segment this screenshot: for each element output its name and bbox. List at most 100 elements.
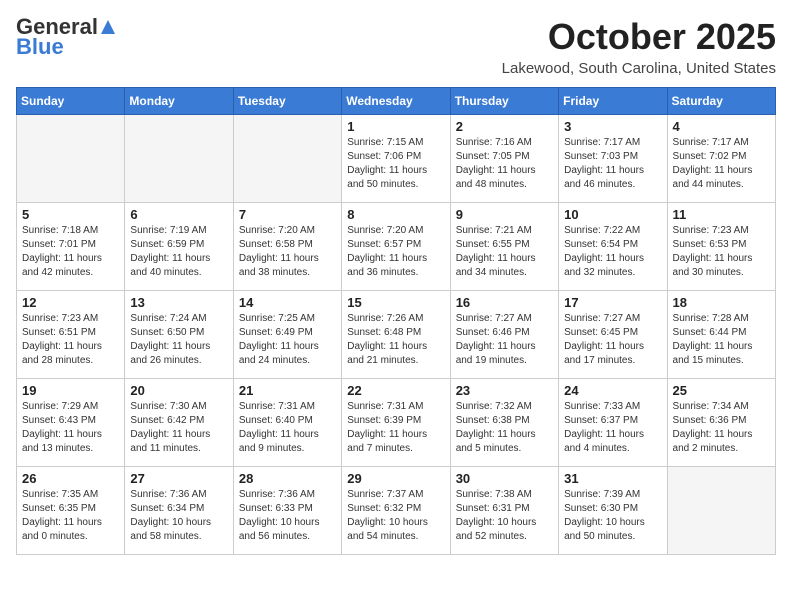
day-number: 12 <box>22 295 119 310</box>
calendar-cell: 24Sunrise: 7:33 AM Sunset: 6:37 PM Dayli… <box>559 379 667 467</box>
day-number: 4 <box>673 119 770 134</box>
weekday-header-tuesday: Tuesday <box>233 88 341 115</box>
day-number: 13 <box>130 295 227 310</box>
day-number: 22 <box>347 383 444 398</box>
day-info: Sunrise: 7:36 AM Sunset: 6:33 PM Dayligh… <box>239 488 336 544</box>
day-number: 3 <box>564 119 661 134</box>
day-number: 25 <box>673 383 770 398</box>
day-number: 5 <box>22 207 119 222</box>
day-info: Sunrise: 7:24 AM Sunset: 6:50 PM Dayligh… <box>130 312 227 368</box>
logo: General Blue <box>16 16 118 60</box>
calendar-cell: 6 Sunrise: 7:19 AM Sunset: 6:59 PM Daylig… <box>125 203 233 291</box>
calendar-cell: 29 Sunrise: 7:37 AM Sunset: 6:32 PM Dayli… <box>342 467 450 555</box>
day-info: Sunrise: 7:34 AM Sunset: 6:36 PM Dayligh… <box>673 400 770 456</box>
weekday-header-friday: Friday <box>559 88 667 115</box>
weekday-header-sunday: Sunday <box>17 88 125 115</box>
calendar-cell: 30 Sunrise: 7:38 AM Sunset: 6:31 PM Dayli… <box>450 467 558 555</box>
day-info: Sunrise: 7:16 AM Sunset: 7:05 PM Dayligh… <box>456 136 553 192</box>
day-info: Sunrise: 7:35 AM Sunset: 6:35 PM Dayligh… <box>22 488 119 544</box>
day-number: 10 <box>564 207 661 222</box>
day-number: 7 <box>239 207 336 222</box>
calendar-cell <box>17 115 125 203</box>
calendar-cell: 22Sunrise: 7:31 AM Sunset: 6:39 PM Dayli… <box>342 379 450 467</box>
calendar-cell <box>667 467 775 555</box>
calendar-cell: 1 Sunrise: 7:15 AM Sunset: 7:06 PM Daylig… <box>342 115 450 203</box>
day-info: Sunrise: 7:20 AM Sunset: 6:57 PM Dayligh… <box>347 224 444 280</box>
day-info: Sunrise: 7:31 AM Sunset: 6:40 PM Dayligh… <box>239 400 336 456</box>
calendar-cell: 31 Sunrise: 7:39 AM Sunset: 6:30 PM Dayli… <box>559 467 667 555</box>
day-info: Sunrise: 7:23 AM Sunset: 6:53 PM Dayligh… <box>673 224 770 280</box>
calendar-cell: 8 Sunrise: 7:20 AM Sunset: 6:57 PM Daylig… <box>342 203 450 291</box>
calendar: SundayMondayTuesdayWednesdayThursdayFrid… <box>16 87 776 555</box>
weekday-header-saturday: Saturday <box>667 88 775 115</box>
day-info: Sunrise: 7:18 AM Sunset: 7:01 PM Dayligh… <box>22 224 119 280</box>
title-section: October 2025 Lakewood, South Carolina, U… <box>502 16 776 77</box>
day-info: Sunrise: 7:39 AM Sunset: 6:30 PM Dayligh… <box>564 488 661 544</box>
day-number: 16 <box>456 295 553 310</box>
day-info: Sunrise: 7:27 AM Sunset: 6:46 PM Dayligh… <box>456 312 553 368</box>
day-info: Sunrise: 7:38 AM Sunset: 6:31 PM Dayligh… <box>456 488 553 544</box>
day-number: 24 <box>564 383 661 398</box>
month-title: October 2025 <box>502 16 776 58</box>
day-number: 31 <box>564 471 661 486</box>
calendar-cell: 19 Sunrise: 7:29 AM Sunset: 6:43 PM Dayli… <box>17 379 125 467</box>
day-info: Sunrise: 7:23 AM Sunset: 6:51 PM Dayligh… <box>22 312 119 368</box>
weekday-header-monday: Monday <box>125 88 233 115</box>
day-info: Sunrise: 7:19 AM Sunset: 6:59 PM Dayligh… <box>130 224 227 280</box>
day-number: 9 <box>456 207 553 222</box>
day-number: 8 <box>347 207 444 222</box>
day-number: 6 <box>130 207 227 222</box>
calendar-cell: 16 Sunrise: 7:27 AM Sunset: 6:46 PM Dayli… <box>450 291 558 379</box>
day-info: Sunrise: 7:37 AM Sunset: 6:32 PM Dayligh… <box>347 488 444 544</box>
location: Lakewood, South Carolina, United States <box>502 60 776 77</box>
calendar-cell: 12 Sunrise: 7:23 AM Sunset: 6:51 PM Dayli… <box>17 291 125 379</box>
calendar-cell: 11 Sunrise: 7:23 AM Sunset: 6:53 PM Dayli… <box>667 203 775 291</box>
day-number: 30 <box>456 471 553 486</box>
calendar-cell: 3 Sunrise: 7:17 AM Sunset: 7:03 PM Daylig… <box>559 115 667 203</box>
calendar-cell: 9 Sunrise: 7:21 AM Sunset: 6:55 PM Daylig… <box>450 203 558 291</box>
day-info: Sunrise: 7:36 AM Sunset: 6:34 PM Dayligh… <box>130 488 227 544</box>
day-number: 11 <box>673 207 770 222</box>
day-number: 17 <box>564 295 661 310</box>
calendar-cell <box>125 115 233 203</box>
day-number: 19 <box>22 383 119 398</box>
day-number: 26 <box>22 471 119 486</box>
calendar-cell: 18Sunrise: 7:28 AM Sunset: 6:44 PM Dayli… <box>667 291 775 379</box>
calendar-cell: 21 Sunrise: 7:31 AM Sunset: 6:40 PM Dayli… <box>233 379 341 467</box>
day-info: Sunrise: 7:17 AM Sunset: 7:02 PM Dayligh… <box>673 136 770 192</box>
day-info: Sunrise: 7:21 AM Sunset: 6:55 PM Dayligh… <box>456 224 553 280</box>
day-number: 14 <box>239 295 336 310</box>
day-number: 21 <box>239 383 336 398</box>
day-number: 18 <box>673 295 770 310</box>
day-number: 15 <box>347 295 444 310</box>
calendar-cell: 10 Sunrise: 7:22 AM Sunset: 6:54 PM Dayli… <box>559 203 667 291</box>
day-info: Sunrise: 7:32 AM Sunset: 6:38 PM Dayligh… <box>456 400 553 456</box>
day-info: Sunrise: 7:17 AM Sunset: 7:03 PM Dayligh… <box>564 136 661 192</box>
calendar-cell: 14 Sunrise: 7:25 AM Sunset: 6:49 PM Dayli… <box>233 291 341 379</box>
calendar-cell: 2 Sunrise: 7:16 AM Sunset: 7:05 PM Daylig… <box>450 115 558 203</box>
day-info: Sunrise: 7:15 AM Sunset: 7:06 PM Dayligh… <box>347 136 444 192</box>
logo-blue-text: Blue <box>16 34 64 60</box>
day-info: Sunrise: 7:29 AM Sunset: 6:43 PM Dayligh… <box>22 400 119 456</box>
day-info: Sunrise: 7:22 AM Sunset: 6:54 PM Dayligh… <box>564 224 661 280</box>
day-info: Sunrise: 7:27 AM Sunset: 6:45 PM Dayligh… <box>564 312 661 368</box>
day-number: 29 <box>347 471 444 486</box>
day-number: 23 <box>456 383 553 398</box>
calendar-cell: 15Sunrise: 7:26 AM Sunset: 6:48 PM Dayli… <box>342 291 450 379</box>
calendar-cell: 25 Sunrise: 7:34 AM Sunset: 6:36 PM Dayli… <box>667 379 775 467</box>
day-info: Sunrise: 7:20 AM Sunset: 6:58 PM Dayligh… <box>239 224 336 280</box>
calendar-cell: 26 Sunrise: 7:35 AM Sunset: 6:35 PM Dayli… <box>17 467 125 555</box>
day-number: 2 <box>456 119 553 134</box>
day-number: 27 <box>130 471 227 486</box>
day-info: Sunrise: 7:25 AM Sunset: 6:49 PM Dayligh… <box>239 312 336 368</box>
calendar-cell: 17 Sunrise: 7:27 AM Sunset: 6:45 PM Dayli… <box>559 291 667 379</box>
calendar-cell: 5 Sunrise: 7:18 AM Sunset: 7:01 PM Daylig… <box>17 203 125 291</box>
weekday-header-wednesday: Wednesday <box>342 88 450 115</box>
day-number: 1 <box>347 119 444 134</box>
day-number: 28 <box>239 471 336 486</box>
calendar-cell: 27 Sunrise: 7:36 AM Sunset: 6:34 PM Dayli… <box>125 467 233 555</box>
calendar-cell: 13 Sunrise: 7:24 AM Sunset: 6:50 PM Dayli… <box>125 291 233 379</box>
page-header: General Blue October 2025 Lakewood, Sout… <box>16 16 776 77</box>
calendar-cell: 23 Sunrise: 7:32 AM Sunset: 6:38 PM Dayli… <box>450 379 558 467</box>
day-number: 20 <box>130 383 227 398</box>
